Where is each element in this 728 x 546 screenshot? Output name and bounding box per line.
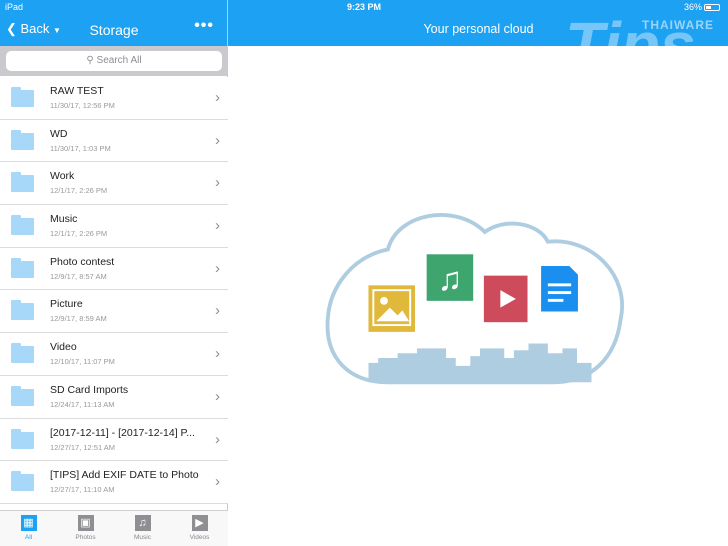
video-icon: ▶ [191,515,208,531]
tab-music[interactable]: ♫ Music [114,511,171,546]
folder-name: Work [50,170,75,183]
folder-icon [11,172,34,193]
video-icon [483,275,528,323]
tab-bar: ▦ All ▣ Photos ♫ Music ▶ Videos [0,510,228,546]
folder-row[interactable]: Music 12/1/17, 2:26 PM › [0,205,228,248]
folder-icon [11,471,34,492]
folder-name: Picture [50,298,83,311]
battery-icon [704,4,720,11]
folder-row[interactable]: [TIPS] Add EXIF DATE to Photo 12/27/17, 1… [0,461,228,504]
chevron-right-icon: › [215,131,220,149]
folder-name: RAW TEST [50,85,104,97]
tab-videos[interactable]: ▶ Videos [171,511,228,546]
document-icon [541,265,578,312]
folder-icon [11,343,34,364]
tab-all[interactable]: ▦ All [0,511,57,546]
photo-icon: ▣ [77,515,94,531]
folder-date: 12/1/17, 2:26 PM [50,229,108,239]
folder-date: 11/30/17, 1:03 PM [50,143,111,153]
nav-bar: ❮ Back ▼ Storage ••• [0,14,228,46]
folder-row[interactable]: WD 11/30/17, 1:03 PM › [0,119,228,163]
folder-icon [11,215,34,236]
folder-name: Music [50,213,78,226]
chevron-right-icon: › [215,430,220,448]
folder-row[interactable]: Video 12/10/17, 11:07 PM › [0,333,228,376]
folder-name: [TIPS] Add EXIF DATE to Photo [50,469,199,482]
folder-icon [11,257,34,278]
folder-row[interactable]: Photo contest 12/9/17, 8:57 AM › [0,247,228,291]
storage-pane: ❮ Back ▼ Storage ••• ⚲ Search All RAW TE… [0,0,228,546]
tab-label: Videos [189,534,210,541]
folder-date: 12/1/17, 2:26 PM [50,186,108,196]
chevron-right-icon: › [215,217,220,235]
folder-row[interactable]: Work 12/1/17, 2:26 PM › [0,162,228,206]
folder-row[interactable]: [2017-12-11] - [2017-12-14] P... 12/27/17… [0,418,228,462]
folder-icon [11,87,34,107]
tab-label: Music [134,534,151,541]
folder-name: [2017-12-11] - [2017-12-14] P... [50,426,195,439]
tab-label: Photos [75,534,96,541]
folder-date: 12/27/17, 11:10 AM [50,485,115,495]
photo-icon [368,285,416,332]
folder-date: 11/30/17, 12:56 PM [50,101,115,110]
search-input[interactable]: ⚲ Search All [6,51,222,71]
folder-icon [11,428,34,449]
folder-name: WD [50,127,68,140]
folder-name: Photo contest [50,255,115,268]
more-button[interactable]: ••• [194,17,214,35]
folder-icon [11,300,34,321]
music-icon: ♫ [426,254,474,301]
tab-photos[interactable]: ▣ Photos [57,511,114,546]
chevron-right-icon: › [215,473,220,491]
search-icon: ⚲ [86,55,94,66]
cloud-illustration: ♫ [325,213,624,385]
chevron-right-icon: › [215,174,220,192]
tab-label: All [24,534,33,541]
music-icon: ♫ [134,515,151,531]
folder-date: 12/9/17, 8:57 AM [50,271,107,281]
folder-list: RAW TEST 11/30/17, 12:56 PM › WD 11/30/17, 1… [0,77,228,504]
chevron-right-icon: › [215,345,220,363]
folder-icon [11,385,34,406]
folder-date: 12/9/17, 8:59 AM [50,314,107,324]
chevron-right-icon: › [215,259,220,277]
folder-name: SD Card Imports [50,383,129,396]
folder-date: 12/10/17, 11:07 PM [50,357,115,367]
folder-name: Video [50,341,77,354]
folder-row[interactable]: Picture 12/9/17, 8:59 AM › [0,290,228,334]
folder-icon [11,129,34,150]
grid-icon: ▦ [20,515,37,531]
svg-text:♫: ♫ [438,260,463,297]
folder-row[interactable]: SD Card Imports 12/24/17, 11:13 AM › [0,375,228,419]
chevron-right-icon: › [215,302,220,320]
chevron-right-icon: › [215,387,220,405]
search-bar: ⚲ Search All [0,46,228,76]
folder-row[interactable]: RAW TEST 11/30/17, 12:56 PM › [0,77,228,120]
chevron-right-icon: › [215,89,220,106]
folder-date: 12/24/17, 11:13 AM [50,399,115,409]
folder-date: 12/27/17, 12:51 AM [50,442,116,452]
detail-title: Your personal cloud [423,22,534,36]
search-placeholder: Search All [96,55,142,66]
